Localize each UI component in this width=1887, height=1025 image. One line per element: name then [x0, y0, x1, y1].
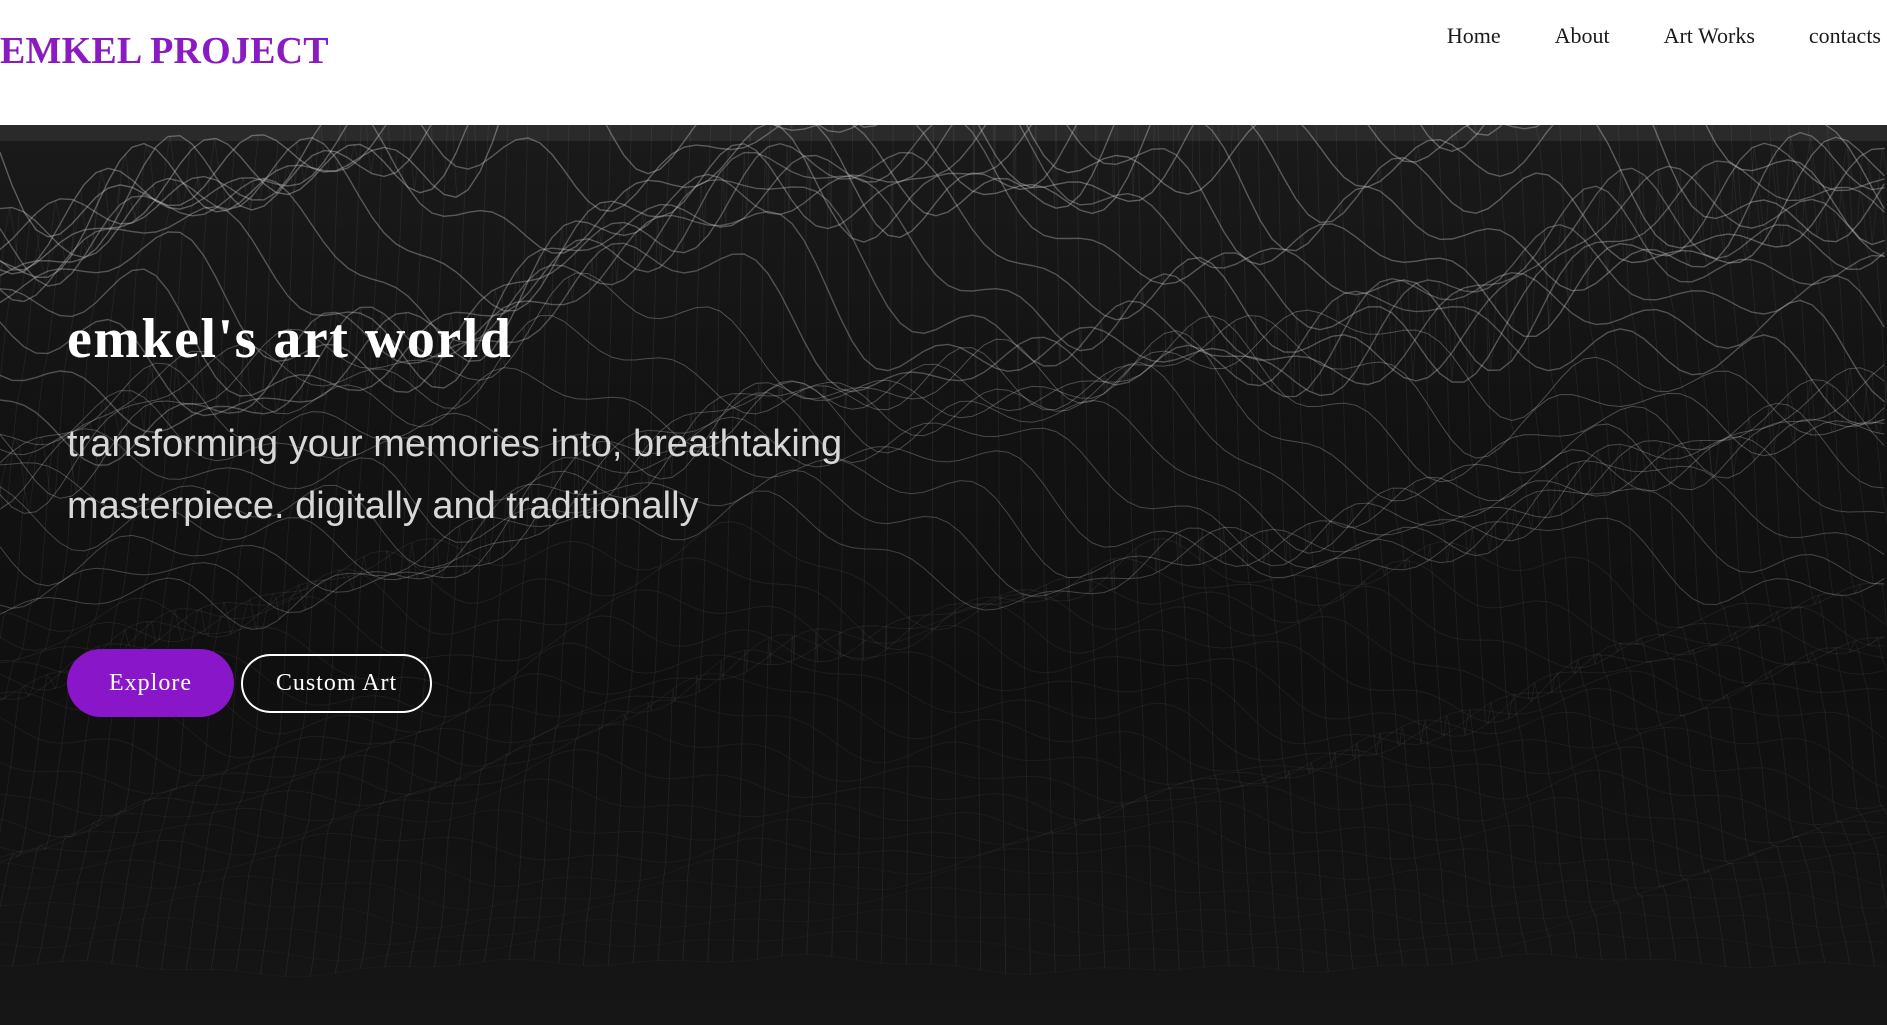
- main-nav: Home About Art Works contacts: [1393, 20, 1881, 52]
- hero-title: emkel's art world: [67, 308, 513, 370]
- wireframe-terrain-background: [0, 125, 1887, 977]
- brand-logo[interactable]: EMKEL PROJECT: [0, 28, 329, 74]
- nav-contacts-link[interactable]: contacts: [1809, 20, 1881, 52]
- hero-section: emkel's art world transforming your memo…: [0, 125, 1887, 1025]
- explore-button[interactable]: Explore: [67, 649, 234, 717]
- nav-home-link[interactable]: Home: [1447, 20, 1501, 52]
- custom-art-button[interactable]: Custom Art: [241, 654, 432, 713]
- top-navigation-bar: EMKEL PROJECT Home About Art Works conta…: [0, 0, 1887, 125]
- nav-art-works-link[interactable]: Art Works: [1664, 20, 1755, 52]
- nav-about-link[interactable]: About: [1555, 20, 1610, 52]
- hero-subtitle: transforming your memories into, breatht…: [67, 423, 843, 527]
